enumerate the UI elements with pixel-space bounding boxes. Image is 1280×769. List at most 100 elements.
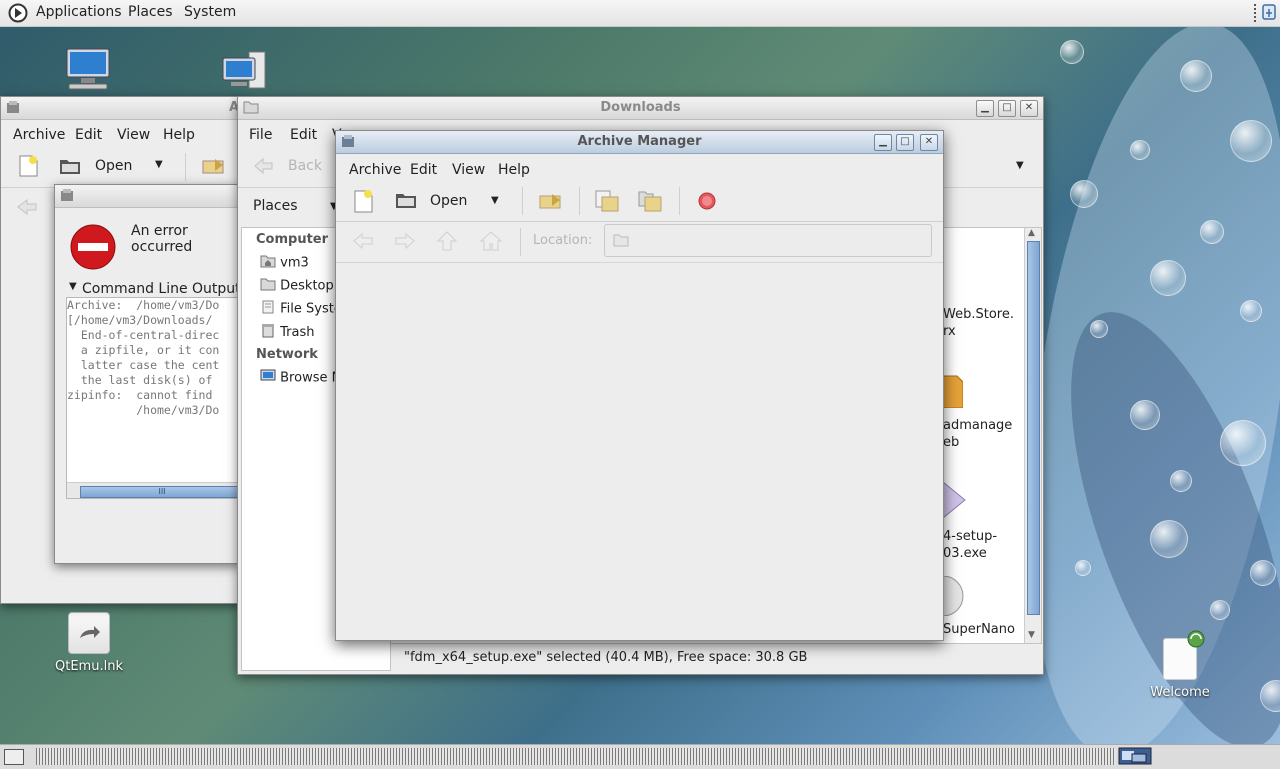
menu-edit[interactable]: Edit <box>410 162 437 178</box>
forward-arrow-icon[interactable] <box>393 231 417 255</box>
new-archive-icon[interactable] <box>352 189 374 217</box>
desktop-icon-label: QtEmu.lnk <box>55 659 123 674</box>
file-item[interactable]: admanage eb <box>943 417 1012 451</box>
extract-icon[interactable] <box>201 157 227 179</box>
menu-help[interactable]: Help <box>163 127 195 143</box>
menu-view[interactable]: View <box>117 127 150 143</box>
distro-logo-icon[interactable] <box>8 3 28 23</box>
desktop-icon-welcome[interactable]: Welcome <box>1144 630 1216 700</box>
menu-file[interactable]: File <box>249 127 272 143</box>
file-name: admanage <box>943 418 1013 433</box>
sidebar-item-desktop[interactable]: Desktop <box>260 277 334 295</box>
menu-edit[interactable]: Edit <box>290 127 317 143</box>
command-output-textview[interactable]: Archive: /home/vm3/Do [/home/vm3/Downloa… <box>66 297 242 499</box>
window-title: Downloads <box>600 100 681 115</box>
sidebar-item-filesystem[interactable]: File Syste <box>260 300 342 318</box>
archive-icon <box>6 100 20 114</box>
applications-menu[interactable]: Applications <box>36 4 122 20</box>
stop-icon[interactable] <box>698 192 716 214</box>
back-arrow-icon[interactable] <box>351 231 375 255</box>
toolbar-separator <box>679 187 680 215</box>
maximize-button[interactable]: □ <box>998 100 1016 117</box>
window-title: Archive Manager <box>577 134 702 149</box>
desktop-icon-qtemu[interactable]: QtEmu.lnk <box>48 612 130 674</box>
window-titlebar[interactable]: A <box>1 97 241 120</box>
places-label: Places <box>253 198 298 214</box>
scroll-down-arrow-icon[interactable]: ▼ <box>1028 630 1035 640</box>
archive-manager-window[interactable]: Archive Manager ▁ □ ✕ Archive Edit View … <box>335 130 944 641</box>
places-menu[interactable]: Places <box>128 4 173 20</box>
open-dropdown-arrow-icon[interactable]: ▼ <box>491 195 499 206</box>
archive-content-area[interactable] <box>336 263 943 640</box>
sidebar-item-label: vm3 <box>280 255 309 271</box>
minimize-button[interactable]: ▁ <box>976 100 994 117</box>
maximize-button[interactable]: □ <box>896 134 914 151</box>
menu-help[interactable]: Help <box>498 162 530 178</box>
extract-icon[interactable] <box>538 192 564 214</box>
menubar: Archive Edit View Help <box>1 123 241 147</box>
close-button[interactable]: ✕ <box>920 134 938 151</box>
horizontal-scrollbar[interactable]: III <box>67 482 242 498</box>
home-folder-icon <box>260 254 276 272</box>
up-arrow-icon[interactable] <box>436 230 458 256</box>
add-folder-icon[interactable] <box>637 189 663 217</box>
wallpaper-bubble <box>1200 220 1224 244</box>
minimize-button[interactable]: ▁ <box>874 134 892 151</box>
error-dialog[interactable]: An error occurred ▼ Command Line Output … <box>54 184 242 564</box>
sidebar-item-label: File Syste <box>280 301 342 317</box>
open-dropdown-arrow-icon[interactable]: ▼ <box>155 159 163 170</box>
home-icon[interactable] <box>479 230 503 256</box>
window-list-handle <box>36 748 1116 765</box>
open-folder-icon[interactable] <box>395 190 417 214</box>
new-archive-icon[interactable] <box>17 155 39 181</box>
network-icon <box>260 369 276 387</box>
wallpaper-bubble <box>1090 320 1108 338</box>
vertical-scrollbar[interactable]: ▲ ▼ <box>1024 228 1041 643</box>
back-arrow-icon[interactable] <box>252 156 274 180</box>
toolbar-separator <box>522 187 523 215</box>
back-button-label[interactable]: Back <box>288 158 322 174</box>
toolbar-separator <box>185 153 186 181</box>
menu-view[interactable]: View <box>452 162 485 178</box>
file-item[interactable]: 4-setup- 03.exe <box>943 528 997 562</box>
window-titlebar[interactable]: Archive Manager ▁ □ ✕ <box>336 131 943 154</box>
sidebar-item-label: Browse N <box>280 370 342 386</box>
sidebar-item-vm3[interactable]: vm3 <box>260 254 309 272</box>
command-line-output-expander[interactable]: Command Line Output <box>82 281 241 297</box>
executable-icon <box>942 480 967 522</box>
sidebar-item-trash[interactable]: Trash <box>260 323 315 342</box>
sidebar-item-browse-network[interactable]: Browse N <box>260 369 341 387</box>
output-line: latter case the cent <box>67 358 220 372</box>
file-name: eb <box>943 435 960 450</box>
scrollbar-thumb[interactable]: III <box>80 486 242 498</box>
file-item[interactable]: SuperNano <box>943 622 1015 637</box>
window-titlebar[interactable]: Downloads ▁ □ ✕ <box>238 97 1043 120</box>
desktop-icon-network[interactable] <box>216 50 272 98</box>
location-field[interactable] <box>604 224 932 257</box>
workspace-switcher-icon[interactable] <box>1118 747 1152 765</box>
scrollbar-thumb[interactable] <box>1027 241 1040 615</box>
desktop-icon-computer[interactable] <box>60 46 116 96</box>
sidebar-item-label: Desktop <box>280 278 334 294</box>
output-line: End-of-central-direc <box>67 328 220 342</box>
menu-edit[interactable]: Edit <box>75 127 102 143</box>
menu-archive[interactable]: Archive <box>13 127 65 143</box>
add-files-icon[interactable] <box>594 189 620 217</box>
network-status-icon[interactable] <box>1262 4 1276 20</box>
output-line: Archive: /home/vm3/Do <box>67 298 220 312</box>
wallpaper-bubble <box>1130 140 1150 160</box>
welcome-file-icon <box>1163 630 1205 680</box>
scroll-up-arrow-icon[interactable]: ▲ <box>1028 228 1035 238</box>
open-button-label[interactable]: Open <box>430 193 467 209</box>
open-folder-icon[interactable] <box>59 156 81 180</box>
system-menu[interactable]: System <box>184 4 236 20</box>
show-desktop-icon[interactable] <box>4 749 24 765</box>
dialog-titlebar[interactable] <box>55 185 241 208</box>
toolbar-overflow-arrow-icon[interactable]: ▼ <box>1016 160 1024 171</box>
menu-archive[interactable]: Archive <box>349 162 401 178</box>
open-button-label[interactable]: Open <box>95 158 132 174</box>
file-item[interactable]: Web.Store. rx <box>943 306 1014 340</box>
close-button[interactable]: ✕ <box>1020 100 1038 117</box>
filesystem-drive-icon <box>260 300 276 318</box>
expander-arrow-icon[interactable]: ▼ <box>69 281 77 292</box>
